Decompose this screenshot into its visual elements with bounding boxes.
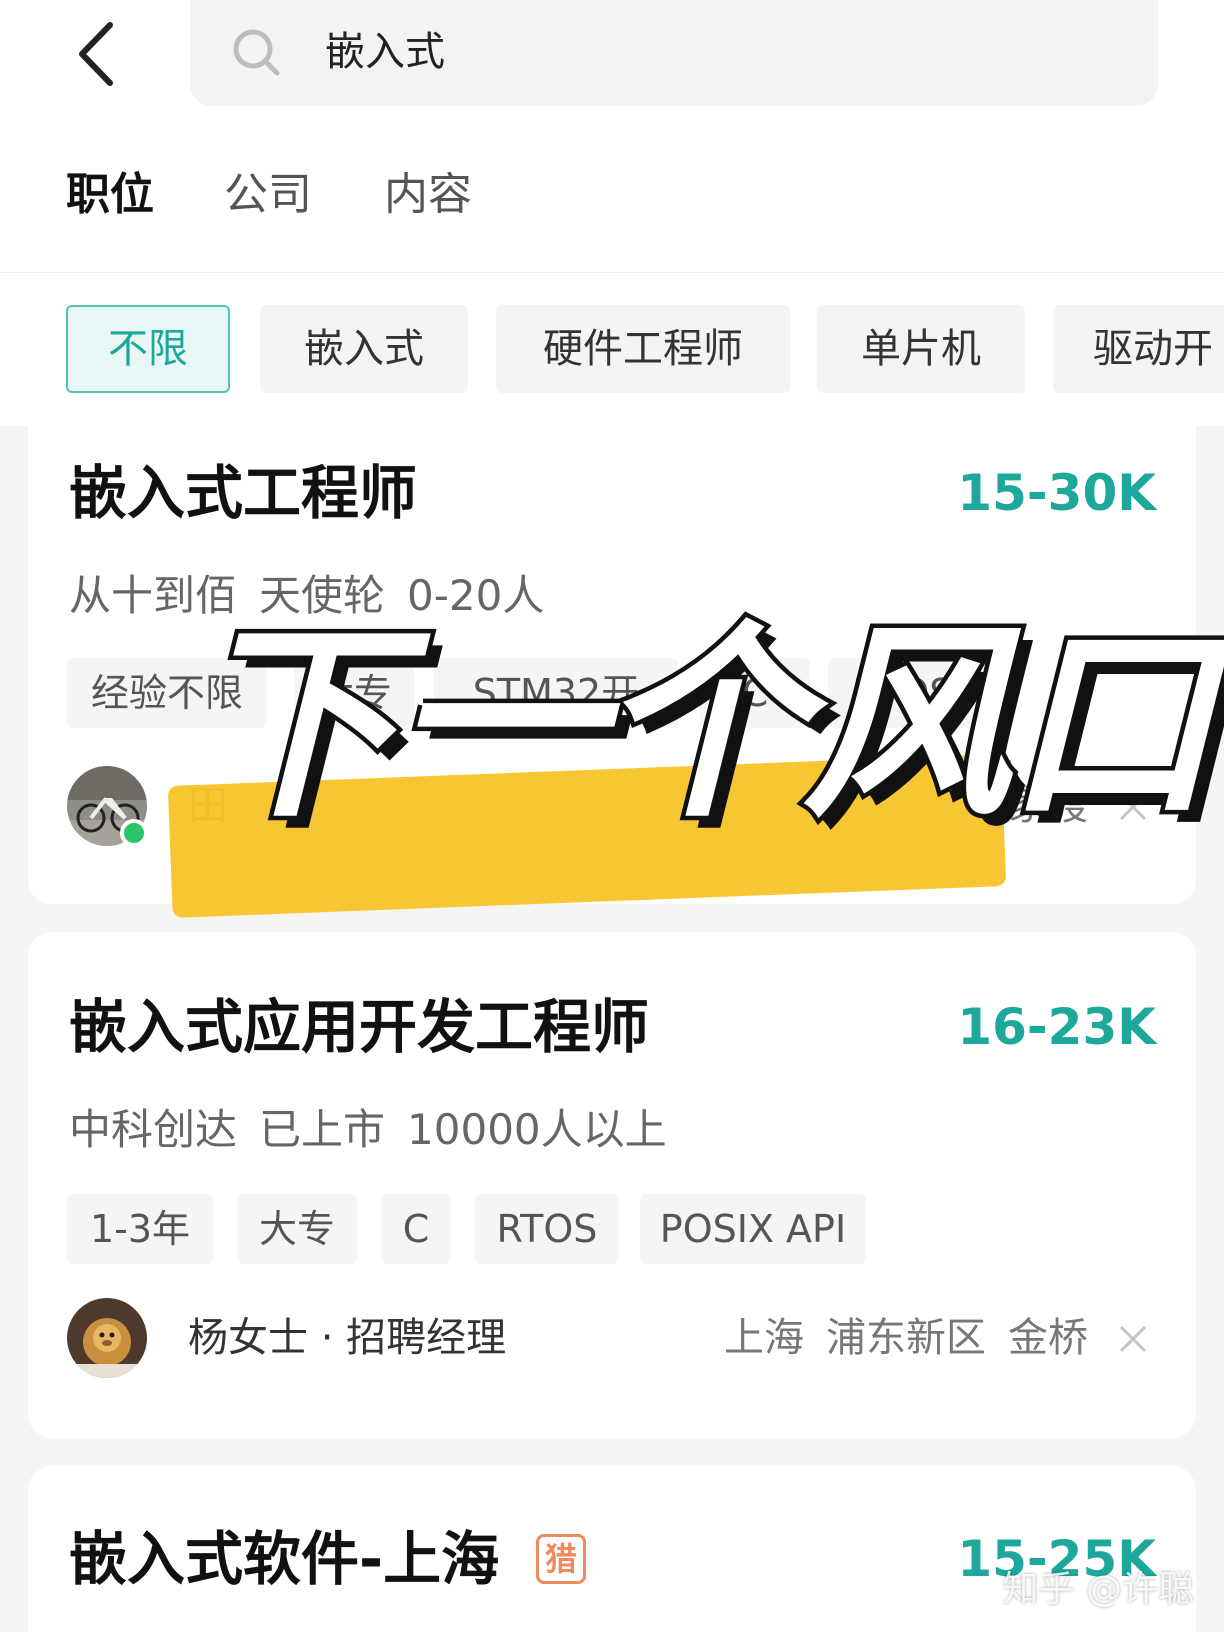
overlay-caption: 下一个风口	[186, 600, 1219, 851]
tab-companies[interactable]: 公司	[224, 160, 312, 230]
online-status-dot	[120, 819, 148, 847]
close-icon[interactable]	[1118, 1324, 1148, 1354]
search-query[interactable]: 嵌入式	[325, 24, 445, 80]
job-tag: RTOS	[475, 1194, 619, 1264]
search-icon	[233, 29, 280, 76]
job-tag: 大专	[237, 1194, 357, 1264]
filter-chip-embedded[interactable]: 嵌入式	[260, 305, 468, 393]
filter-chip-driver-dev[interactable]: 驱动开	[1053, 305, 1224, 393]
job-tag: POSIX API	[640, 1194, 866, 1264]
filter-chip-bar: 不限 嵌入式 硬件工程师 单片机 驱动开	[0, 273, 1224, 426]
job-tag: 1-3年	[67, 1194, 213, 1264]
job-card[interactable]: 嵌入式应用开发工程师 16-23K 中科创达 已上市 10000人以上 1-3年 大…	[28, 932, 1196, 1438]
company-size: 10000人以上	[407, 1105, 667, 1154]
job-title[interactable]: 嵌入式软件-上海	[69, 1524, 499, 1594]
back-button[interactable]	[66, 14, 126, 94]
filter-chip-hardware-engineer[interactable]: 硬件工程师	[496, 305, 790, 393]
job-title[interactable]: 嵌入式工程师	[69, 458, 417, 528]
headhunter-badge: 猎	[536, 1534, 586, 1584]
company-info: 中科创达 已上市 10000人以上	[69, 1102, 689, 1158]
company-name: 中科创达	[69, 1105, 238, 1154]
salary: 15-30K	[957, 464, 1156, 522]
filter-chip-mcu[interactable]: 单片机	[817, 305, 1025, 393]
watermark: 知乎 @许聪	[1002, 1569, 1194, 1610]
tab-positions[interactable]: 职位	[66, 160, 154, 230]
tab-content[interactable]: 内容	[384, 160, 472, 230]
filter-chip-any[interactable]: 不限	[66, 305, 230, 393]
salary: 16-23K	[957, 998, 1156, 1056]
listing-status: 已上市	[259, 1105, 386, 1154]
screen: 嵌入式 职位 公司 内容 不限 嵌入式 硬件工程师 单片机 驱动开 嵌入式工程师…	[0, 0, 1224, 1632]
job-location: 上海 浦东新区 金桥	[724, 1315, 1088, 1361]
top-bar: 嵌入式 职位 公司 内容	[0, 0, 1224, 273]
recruiter-name: 杨女士 · 招聘经理	[188, 1315, 507, 1361]
job-title[interactable]: 嵌入式应用开发工程师	[69, 992, 649, 1062]
job-tag: C	[381, 1194, 451, 1264]
chevron-left-icon	[79, 22, 113, 86]
avatar	[67, 1298, 147, 1378]
